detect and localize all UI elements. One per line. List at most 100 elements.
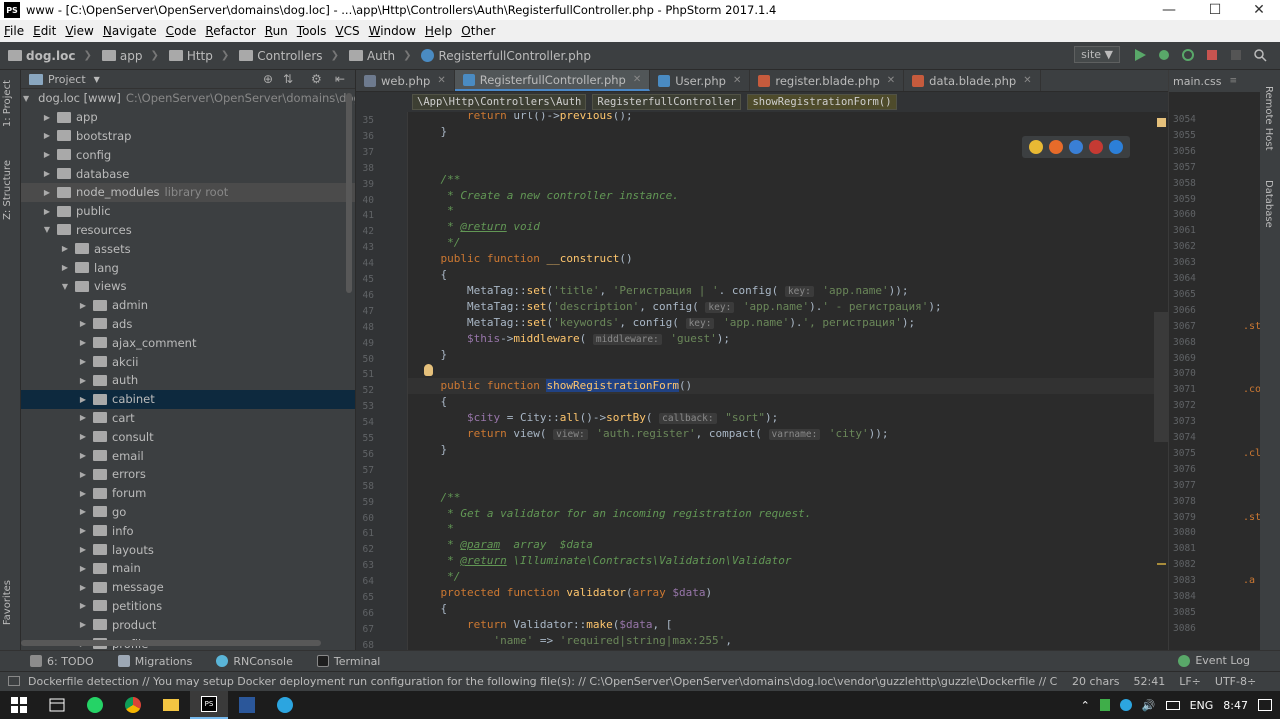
tab-database[interactable]: Database: [1263, 180, 1274, 228]
tray-chevron-up-icon[interactable]: ⌃: [1081, 699, 1090, 712]
coverage-icon[interactable]: [1181, 48, 1195, 62]
line-number[interactable]: 61: [356, 528, 374, 539]
line-number[interactable]: 54: [356, 417, 374, 428]
line-number[interactable]: 47: [356, 306, 374, 317]
editor-scroll-thumb[interactable]: [1154, 312, 1168, 442]
tab-favorites[interactable]: Favorites: [2, 580, 13, 625]
tree-item-config[interactable]: ▶ config: [21, 145, 355, 164]
line-number[interactable]: 56: [356, 449, 374, 460]
line-number[interactable]: 58: [356, 481, 374, 492]
tree-item-auth[interactable]: ▶ auth: [21, 371, 355, 390]
close-button[interactable]: ✕: [1236, 0, 1280, 20]
lightbulb-icon[interactable]: [424, 364, 433, 376]
code-line[interactable]: protected function validator(array $data…: [408, 585, 713, 601]
tree-item-ads[interactable]: ▶ ads: [21, 315, 355, 334]
chevron-right-icon[interactable]: ▶: [59, 244, 71, 253]
menu-help[interactable]: Help: [425, 24, 452, 38]
warning-marker[interactable]: [1157, 118, 1166, 127]
chevron-down-icon[interactable]: ▼: [41, 225, 53, 234]
tree-item-resources[interactable]: ▼ resources: [21, 221, 355, 240]
event-log-button[interactable]: Event Log: [1178, 654, 1250, 667]
maximize-button[interactable]: ☐: [1192, 0, 1238, 20]
code-line[interactable]: */: [408, 235, 460, 251]
chevron-right-icon[interactable]: ▶: [77, 338, 89, 347]
chevron-right-icon[interactable]: ▶: [41, 150, 53, 159]
chevron-right-icon[interactable]: ▶: [77, 583, 89, 592]
status-caret-position[interactable]: 52:41: [1134, 675, 1166, 688]
tree-item-node-modules[interactable]: ▶ node_modules library root: [21, 182, 355, 202]
status-line-separator[interactable]: LF÷: [1179, 675, 1201, 688]
line-number[interactable]: 38: [356, 163, 374, 174]
breadcrumb-item[interactable]: dog.loc ❯: [8, 49, 92, 63]
status-toggle-icon[interactable]: [8, 676, 20, 686]
code-line[interactable]: public function showRegistrationForm(): [408, 378, 1160, 395]
error-stripe[interactable]: [1154, 112, 1168, 650]
code-line[interactable]: [408, 140, 414, 156]
code-line[interactable]: return url()->previous();: [408, 112, 633, 124]
line-number[interactable]: 50: [356, 354, 374, 365]
editor-tab[interactable]: User.php ✕: [650, 70, 751, 91]
project-panel-title[interactable]: Project: [48, 73, 86, 86]
editor-tab[interactable]: web.php ✕: [356, 70, 455, 91]
chevron-down-icon[interactable]: ▼: [59, 282, 71, 291]
code-line[interactable]: * @param array $data: [408, 537, 593, 553]
debug-icon[interactable]: [1157, 48, 1171, 62]
menu-refactor[interactable]: Refactor: [205, 24, 255, 38]
breadcrumb-item[interactable]: app ❯: [101, 49, 159, 63]
menu-edit[interactable]: Edit: [33, 24, 56, 38]
status-message[interactable]: Dockerfile detection // You may setup Do…: [28, 675, 1058, 688]
code-line[interactable]: }: [408, 347, 447, 363]
chevron-right-icon[interactable]: ▶: [41, 131, 53, 140]
tree-item-cart[interactable]: ▶ cart: [21, 409, 355, 428]
gear-icon[interactable]: ⚙: [311, 72, 322, 86]
chevron-right-icon[interactable]: ▶: [59, 263, 71, 272]
tab-menu-icon[interactable]: ≡: [1230, 76, 1238, 86]
line-number[interactable]: 55: [356, 433, 374, 444]
chrome-icon[interactable]: [1029, 140, 1043, 154]
code-line[interactable]: [408, 156, 414, 172]
collapse-icon[interactable]: ⇅: [283, 72, 293, 86]
tree-item-admin[interactable]: ▶ admin: [21, 296, 355, 315]
volume-icon[interactable]: 🔊: [1142, 699, 1156, 712]
tree-item-views[interactable]: ▼ views: [21, 277, 355, 296]
code-path-chip[interactable]: \App\Http\Controllers\Auth: [412, 94, 587, 110]
code-line[interactable]: *: [408, 521, 454, 537]
chevron-down-icon[interactable]: ▼: [23, 94, 29, 103]
tab-main-css[interactable]: main.css ≡: [1169, 70, 1260, 92]
line-number[interactable]: 35: [356, 115, 374, 126]
chevron-right-icon[interactable]: ▶: [77, 357, 89, 366]
code-line[interactable]: *: [408, 203, 454, 219]
chevron-down-icon[interactable]: ▼: [94, 75, 100, 84]
run-icon[interactable]: [1133, 48, 1147, 62]
notifications-icon[interactable]: [1258, 699, 1272, 711]
code-line[interactable]: */: [408, 569, 460, 585]
chevron-right-icon[interactable]: ▶: [77, 489, 89, 498]
tab-project[interactable]: 1: Project: [2, 80, 13, 127]
menu-run[interactable]: Run: [265, 24, 288, 38]
line-number[interactable]: 60: [356, 513, 374, 524]
code-line[interactable]: {: [408, 394, 447, 410]
tray-flag-icon[interactable]: [1099, 699, 1110, 711]
tree-item-bootstrap[interactable]: ▶ bootstrap: [21, 127, 355, 146]
close-tab-icon[interactable]: ✕: [1023, 75, 1031, 86]
line-number[interactable]: 66: [356, 608, 374, 619]
chevron-right-icon[interactable]: ▶: [41, 188, 53, 197]
line-number[interactable]: 36: [356, 131, 374, 142]
tree-item-lang[interactable]: ▶ lang: [21, 258, 355, 277]
whatsapp-icon[interactable]: [76, 691, 114, 719]
chevron-right-icon[interactable]: ▶: [77, 451, 89, 460]
code-line[interactable]: * @return void: [408, 219, 540, 235]
file-explorer-icon[interactable]: [152, 691, 190, 719]
css-editor-pane[interactable]: main.css ≡ 3054 3055 3056 3057 3058 3059 3060 3…: [1168, 70, 1260, 650]
menu-view[interactable]: View: [65, 24, 93, 38]
tree-item-ajax-comment[interactable]: ▶ ajax_comment: [21, 333, 355, 352]
tree-item-cabinet[interactable]: ▶ cabinet: [21, 389, 355, 409]
code-line[interactable]: 'name' => 'required|string|max:255',: [408, 633, 731, 649]
clock[interactable]: 8:47: [1223, 699, 1248, 712]
editor-tab[interactable]: RegisterfullController.php ✕: [454, 70, 651, 91]
tree-item-consult[interactable]: ▶ consult: [21, 427, 355, 446]
line-number[interactable]: 64: [356, 576, 374, 587]
chevron-right-icon[interactable]: ▶: [41, 113, 53, 122]
chevron-right-icon[interactable]: ▶: [77, 526, 89, 535]
chevron-right-icon[interactable]: ▶: [77, 376, 89, 385]
